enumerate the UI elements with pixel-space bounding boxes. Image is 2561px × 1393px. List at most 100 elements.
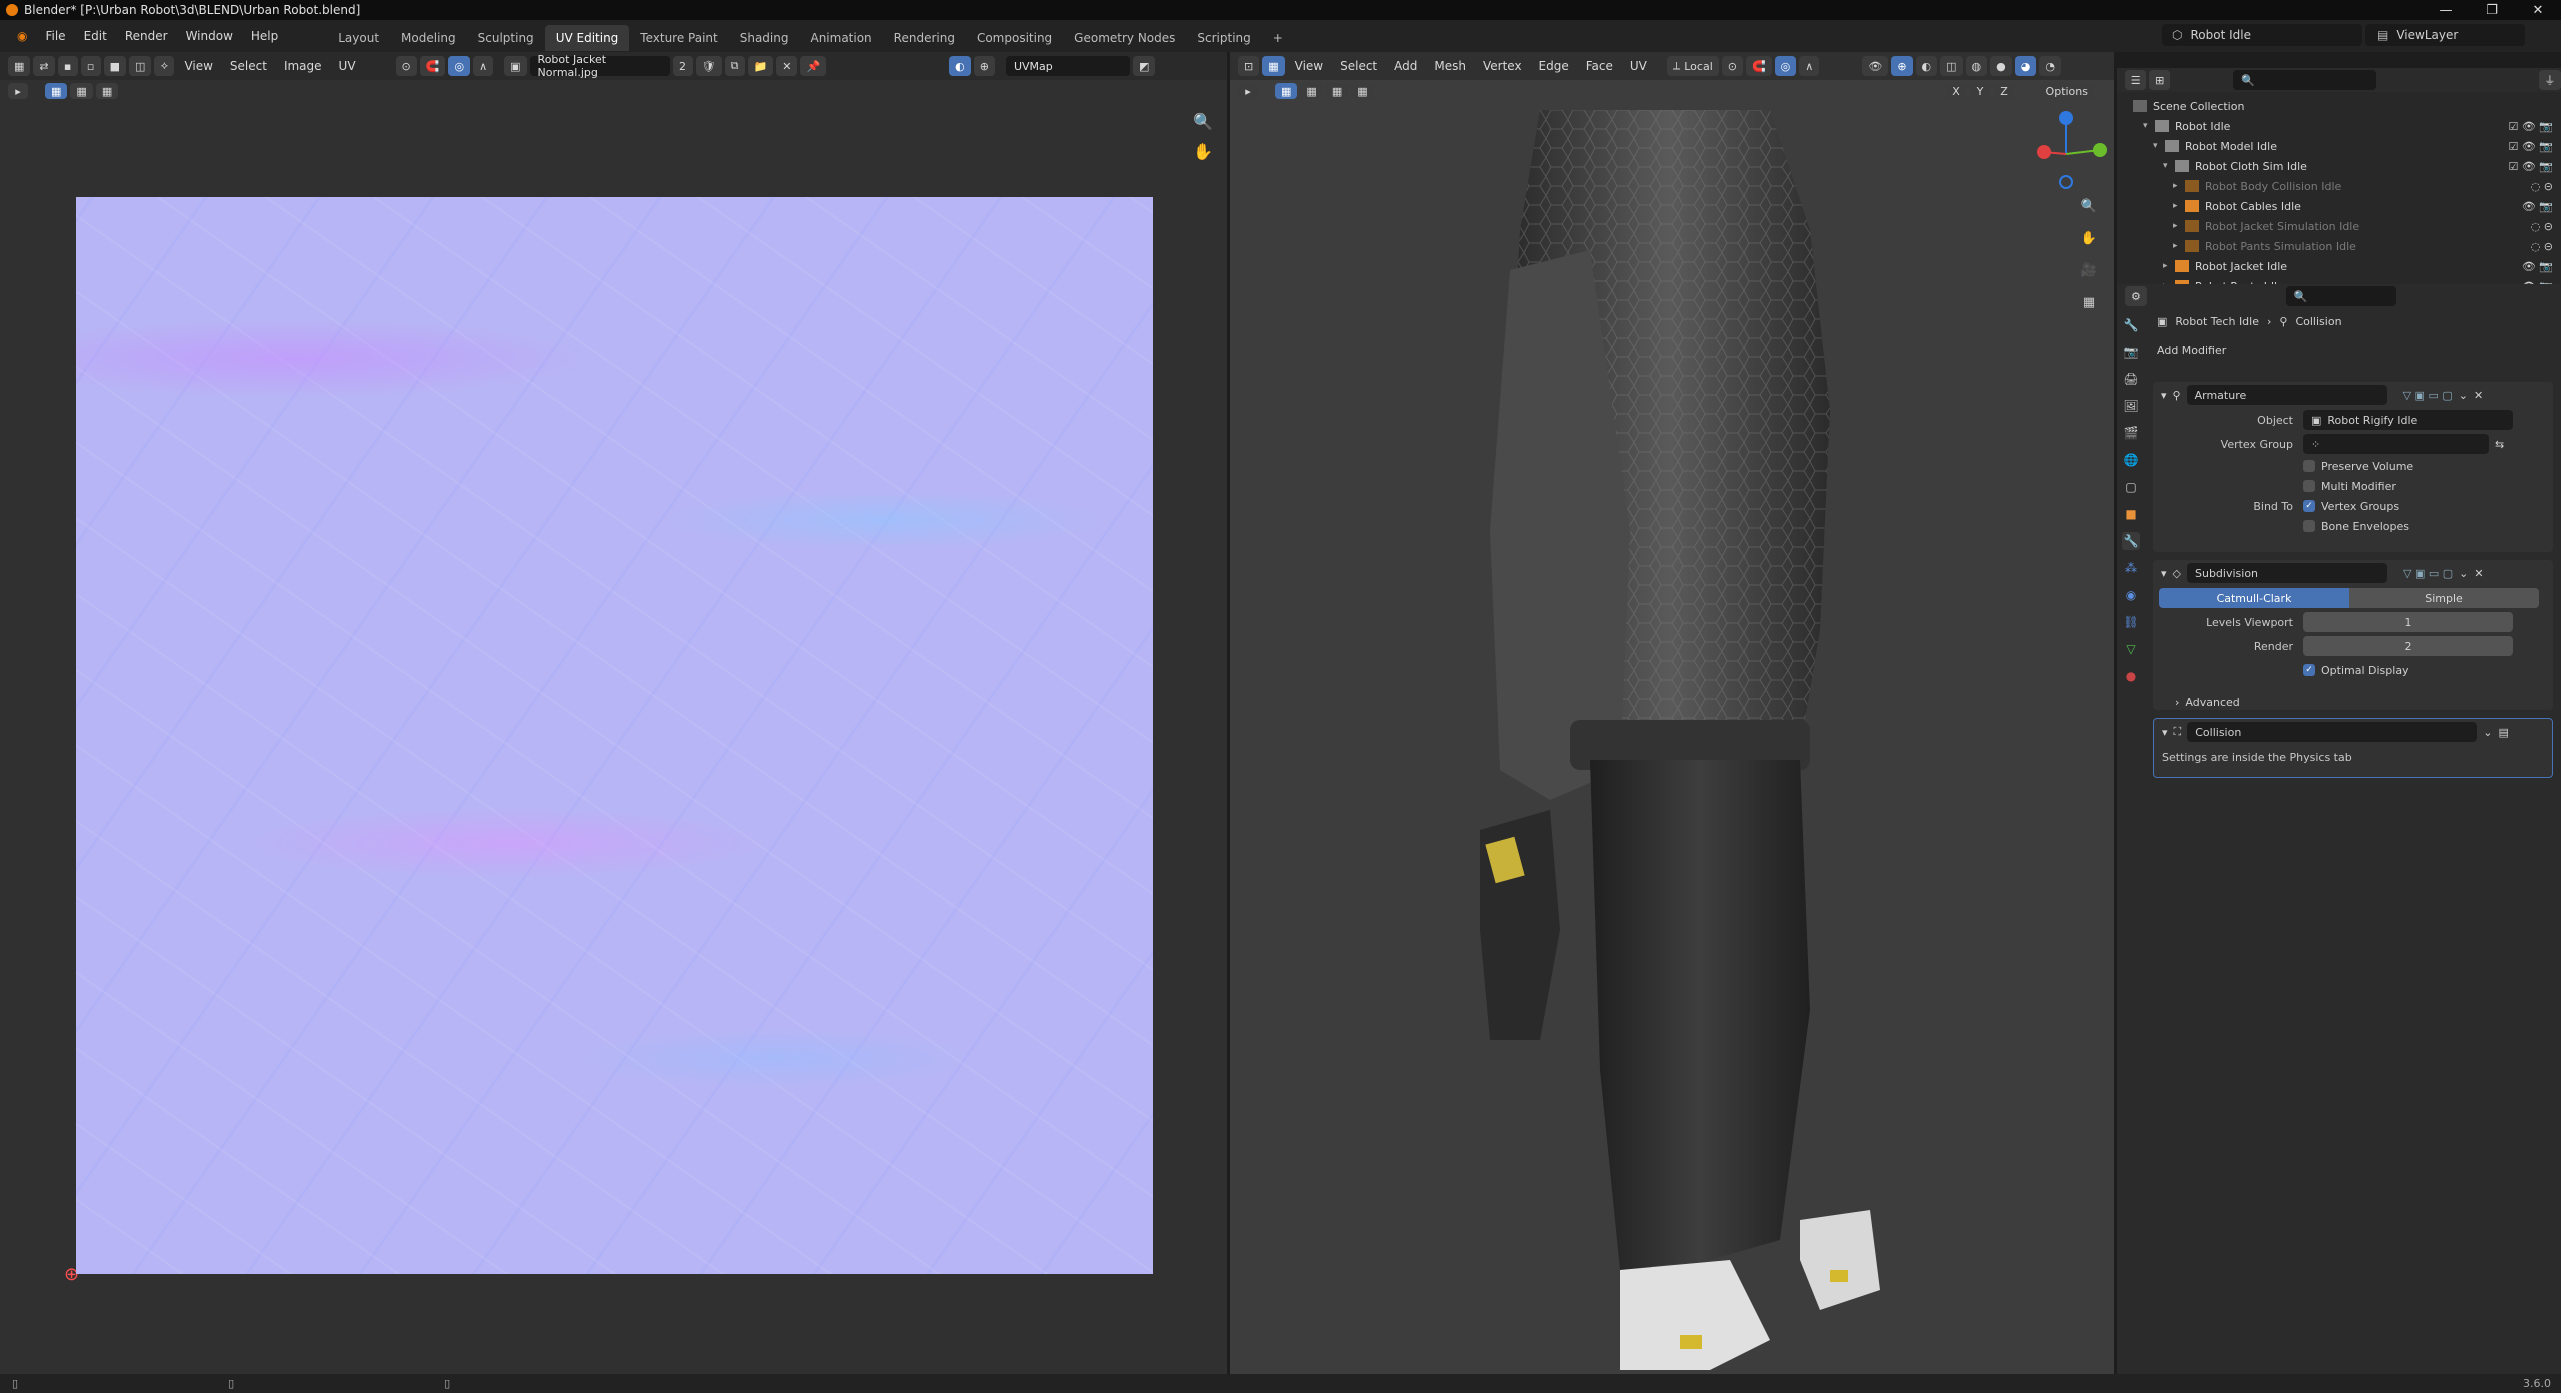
image-browse-icon[interactable]: ▣ — [504, 56, 527, 76]
vertex-groups-row[interactable]: Bind To ✓ Vertex Groups — [2153, 496, 2553, 516]
render-tab-icon[interactable]: 📷 — [2122, 343, 2140, 361]
scene-tab-icon[interactable]: 🎬 — [2122, 424, 2140, 442]
menu-render[interactable]: Render — [116, 20, 177, 52]
maximize-button[interactable]: ❐ — [2469, 0, 2515, 20]
properties-search-input[interactable]: 🔍 — [2285, 286, 2396, 306]
row-toggles[interactable]: ◌ ⊝ — [2531, 220, 2553, 233]
display-channels-icon[interactable]: ◩ — [1132, 56, 1156, 76]
solid-shading-icon[interactable]: ● — [1990, 56, 2012, 76]
expand-icon[interactable]: ▸ — [2163, 261, 2175, 271]
multi-modifier-row[interactable]: Multi Modifier — [2153, 476, 2553, 496]
collision-name-field[interactable]: Collision — [2187, 722, 2478, 742]
xray-toggle-icon[interactable]: ◫ — [1940, 56, 1963, 76]
row-toggles[interactable]: ☑ 👁 📷 — [2508, 140, 2553, 153]
tab-scripting[interactable]: Scripting — [1186, 25, 1261, 51]
constraints-tab-icon[interactable]: ⛓ — [2122, 613, 2140, 631]
outliner-search-input[interactable]: 🔍 — [2233, 70, 2376, 90]
tab-geometry-nodes[interactable]: Geometry Nodes — [1063, 25, 1186, 51]
modifier-tab-icon[interactable]: 🔧 — [2122, 532, 2140, 550]
rendered-shading-icon[interactable]: ◔ — [2039, 56, 2061, 76]
expand-icon[interactable]: ▾ — [2143, 121, 2155, 131]
menu-help[interactable]: Help — [242, 20, 287, 52]
material-shading-icon[interactable]: ◕ — [2014, 56, 2037, 76]
mirror-x[interactable]: X — [1946, 83, 1966, 99]
proportional-edit-icon[interactable]: ◎ — [448, 56, 471, 76]
pivot-point-icon[interactable]: ⊙ — [1721, 56, 1743, 76]
preserve-volume-row[interactable]: Preserve Volume — [2153, 456, 2553, 476]
menu-window[interactable]: Window — [177, 20, 242, 52]
viewport-menu-mesh[interactable]: Mesh — [1427, 59, 1473, 73]
material-tab-icon[interactable]: ● — [2122, 667, 2140, 685]
collision-header[interactable]: ▾ ⛶ Collision ⌄ ▤ — [2154, 719, 2552, 745]
close-window-button[interactable]: ✕ — [2515, 0, 2561, 20]
preserve-volume-checkbox[interactable] — [2303, 460, 2315, 472]
viewport-menu-face[interactable]: Face — [1579, 59, 1620, 73]
row-toggles[interactable]: ◌ ⊝ — [2531, 180, 2553, 193]
row-toggles[interactable]: 👁 📷 — [2522, 260, 2553, 273]
mode-extend-icon[interactable]: ▦ — [70, 83, 93, 99]
island-select-icon[interactable]: ◫ — [129, 56, 152, 76]
advanced-subpanel[interactable]: › Advanced — [2175, 696, 2240, 709]
falloff-type-icon[interactable]: ∧ — [1799, 56, 1820, 76]
uv-gizmo-icon[interactable]: ⊕ — [973, 56, 995, 76]
viewport-menu-add[interactable]: Add — [1387, 59, 1424, 73]
menu-file[interactable]: File — [36, 20, 74, 52]
uv-menu-view[interactable]: View — [177, 59, 219, 73]
editor-type-icon[interactable]: ▦ — [8, 56, 31, 76]
tool-tab-icon[interactable]: 🔧 — [2122, 316, 2140, 334]
fake-user-icon[interactable]: 🛡 — [695, 56, 722, 76]
outliner-row[interactable]: ▾ Robot Cloth Sim Idle ☑ 👁 📷 — [2133, 156, 2561, 176]
outliner-row[interactable]: ▸ Robot Pants Simulation Idle ◌ ⊝ — [2133, 236, 2561, 256]
properties-editor-type-icon[interactable]: ⚙ — [2125, 286, 2147, 306]
remove-modifier-icon[interactable]: ✕ — [2474, 389, 2483, 402]
edge-select-icon[interactable]: ▫ — [80, 56, 101, 76]
uv-menu-image[interactable]: Image — [277, 59, 329, 73]
uv-overlay-icon[interactable]: ◐ — [949, 56, 971, 76]
modifier-menu-icon[interactable]: ⌄ — [2483, 726, 2492, 739]
armature-name-field[interactable]: Armature — [2186, 385, 2387, 405]
expand-icon[interactable]: › — [2175, 696, 2179, 709]
collection-tab-icon[interactable]: ▢ — [2122, 478, 2140, 496]
collision-physics-icon[interactable]: ▤ — [2498, 726, 2508, 739]
tab-modeling[interactable]: Modeling — [390, 25, 467, 51]
vertex-group-field[interactable]: ⁘ — [2303, 434, 2489, 454]
modifier-toggle-icons[interactable]: ▽ ▣ ▭ ▢ — [2403, 567, 2453, 580]
data-tab-icon[interactable]: ▽ — [2122, 640, 2140, 658]
modifier-menu-icon[interactable]: ⌄ — [2459, 389, 2468, 402]
navigation-gizmo[interactable] — [2030, 110, 2110, 190]
expand-icon[interactable]: ▾ — [2163, 161, 2175, 171]
viewport-menu-edge[interactable]: Edge — [1532, 59, 1576, 73]
uvmap-field[interactable]: UVMap — [1005, 56, 1130, 76]
object-tab-icon[interactable]: ■ — [2122, 505, 2140, 523]
face-select-icon[interactable]: ■ — [103, 56, 127, 76]
transform-orientation-dropdown[interactable]: ⟂ Local — [1666, 56, 1719, 76]
outliner-row[interactable]: ▾ Robot Model Idle ☑ 👁 📷 — [2133, 136, 2561, 156]
tab-shading[interactable]: Shading — [729, 25, 800, 51]
robot-character-model[interactable] — [1480, 110, 1950, 1370]
outliner-filter-icon[interactable]: ⏚ — [2538, 70, 2561, 90]
render-levels-field[interactable]: 2 — [2303, 636, 2513, 656]
pivot-icon[interactable]: ⊙ — [395, 56, 417, 76]
mirror-z[interactable]: Z — [1994, 83, 2014, 99]
remove-modifier-icon[interactable]: ✕ — [2474, 567, 2483, 580]
normal-map-texture[interactable] — [76, 197, 1153, 1274]
sticky-select-icon[interactable]: ⟡ — [154, 56, 175, 76]
viewport-pan-icon[interactable]: ✋ — [2078, 227, 2100, 249]
camera-view-icon[interactable]: 🎥 — [2078, 259, 2100, 281]
tab-animation[interactable]: Animation — [799, 25, 882, 51]
falloff-icon[interactable]: ∧ — [473, 56, 494, 76]
visibility-icon[interactable]: 👁 — [1862, 56, 1889, 76]
outliner-row[interactable]: ▸ Robot Body Collision Idle ◌ ⊝ — [2133, 176, 2561, 196]
add-workspace-button[interactable]: + — [1262, 25, 1294, 51]
uv-menu-uv[interactable]: UV — [332, 59, 363, 73]
zoom-icon[interactable]: 🔍 — [1193, 112, 1213, 131]
mode-new-icon[interactable]: ▦ — [45, 83, 68, 99]
pan-hand-icon[interactable]: ✋ — [1193, 142, 1213, 161]
viewport-menu-uv[interactable]: UV — [1623, 59, 1654, 73]
optimal-display-row[interactable]: ✓ Optimal Display — [2153, 658, 2553, 682]
menu-edit[interactable]: Edit — [75, 20, 116, 52]
blender-menu-icon[interactable]: ◉ — [8, 20, 36, 52]
expand-icon[interactable]: ▾ — [2153, 141, 2165, 151]
select-new-icon[interactable]: ▦ — [1275, 83, 1298, 99]
tab-sculpting[interactable]: Sculpting — [467, 25, 545, 51]
